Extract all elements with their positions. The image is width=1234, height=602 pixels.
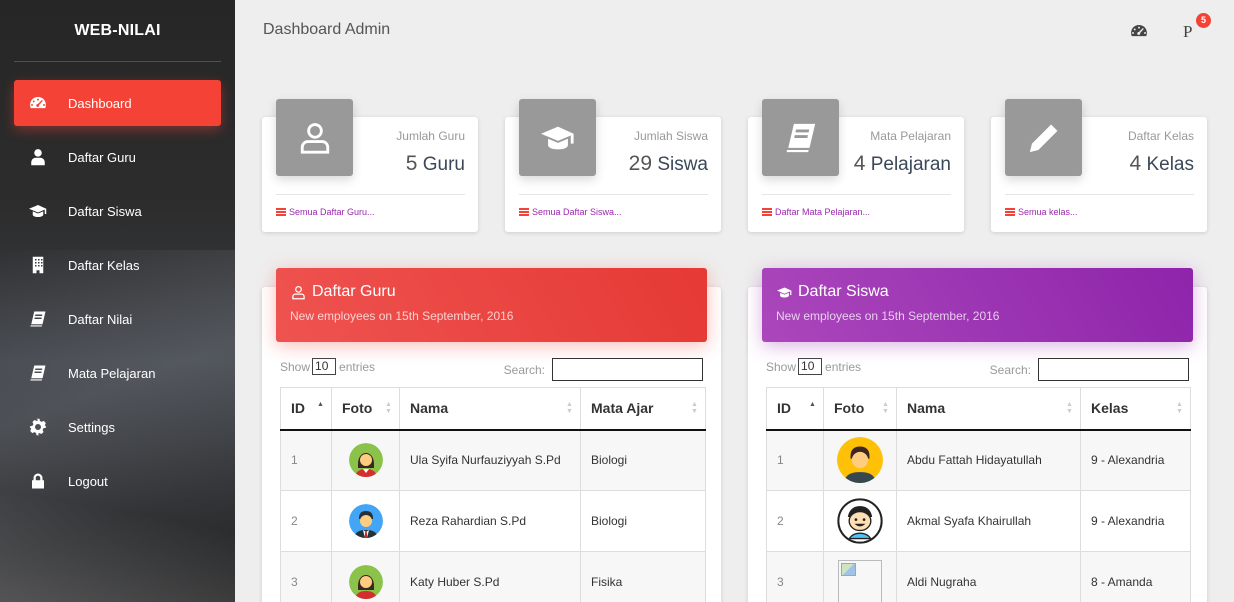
broken-image-icon (838, 560, 882, 602)
table-search: Search: (504, 358, 703, 381)
column-header-nama[interactable]: Nama ▲ ▼ (399, 387, 581, 431)
graduation-cap-icon (519, 99, 596, 176)
list-icon (519, 208, 529, 216)
sidebar-item-label: Dashboard (68, 95, 132, 111)
search-input[interactable] (1038, 358, 1189, 381)
lock-icon (26, 471, 50, 491)
avatar (823, 429, 897, 491)
sidebar-item-label: Daftar Guru (68, 149, 136, 165)
avatar (331, 490, 400, 552)
sidebar-item-settings[interactable]: Settings (14, 404, 221, 450)
book-icon (762, 99, 839, 176)
sidebar-item-daftar-siswa[interactable]: Daftar Siswa (14, 188, 221, 234)
sidebar-item-dashboard[interactable]: Dashboard (14, 80, 221, 126)
sidebar-item-label: Settings (68, 419, 115, 435)
stat-footer-link[interactable]: Semua kelas... (1005, 194, 1194, 217)
sidebar-item-logout[interactable]: Logout (14, 458, 221, 504)
column-header-id[interactable]: ID ▲ (280, 387, 332, 431)
card-header: Daftar Siswa New employees on 15th Septe… (762, 268, 1193, 342)
stat-footer-link[interactable]: Semua Daftar Siswa... (519, 194, 708, 217)
table-row[interactable]: 3 Katy Huber S.Pd Fisika (280, 551, 706, 602)
table-row[interactable]: 1 Ula Syifa Nurfauziyyah S.Pd Biologi (280, 429, 706, 491)
table-row[interactable]: 2 Akmal Syafa Khairullah 9 - Alexandria (766, 490, 1191, 552)
siswa-table-card: Daftar Siswa New employees on 15th Septe… (748, 268, 1207, 602)
stat-card-mata-pelajaran: Mata Pelajaran 4 Pelajaran Daftar Mata P… (748, 99, 964, 232)
sidebar-item-label: Logout (68, 473, 108, 489)
sidebar-item-daftar-guru[interactable]: Daftar Guru (14, 134, 221, 180)
stat-category: Jumlah Guru (396, 129, 465, 143)
table-row[interactable]: 2 Reza Rahardian S.Pd Biologi (280, 490, 706, 552)
stat-value: 29 Siswa (628, 152, 708, 175)
stat-card-guru: Jumlah Guru 5 Guru Semua Daftar Guru... (262, 99, 478, 232)
guru-table-card: Daftar Guru New employees on 15th Septem… (262, 268, 721, 602)
stat-card-kelas: Daftar Kelas 4 Kelas Semua kelas... (991, 99, 1207, 232)
graduation-cap-icon (777, 287, 792, 297)
dashboard-icon[interactable] (1130, 22, 1148, 40)
list-icon (1005, 208, 1015, 216)
sidebar-item-daftar-kelas[interactable]: Daftar Kelas (14, 242, 221, 288)
user-outline-icon (276, 99, 353, 176)
card-subtitle: New employees on 15th September, 2016 (290, 309, 514, 323)
stat-category: Jumlah Siswa (633, 129, 708, 143)
table-row[interactable]: 1 Abdu Fattah Hidayatullah 9 - Alexandri… (766, 429, 1191, 491)
user-icon (26, 147, 50, 167)
table-search: Search: (990, 358, 1189, 381)
column-header-nama[interactable]: Nama ▲ ▼ (896, 387, 1081, 431)
avatar (823, 490, 897, 552)
avatar (331, 551, 400, 602)
avatar (331, 429, 400, 491)
topbar: Dashboard Admin P 5 (235, 0, 1234, 62)
book-icon (26, 309, 50, 329)
stat-value: 5 Guru (405, 152, 465, 175)
stat-category: Mata Pelajaran (870, 129, 951, 143)
card-header: Daftar Guru New employees on 15th Septem… (276, 268, 707, 342)
guru-table: ID ▲ Foto ▲ ▼ Nama ▲ ▼ Mata Ajar ▲ ▼ 1 Ula Syif… (280, 387, 706, 602)
list-icon (762, 208, 772, 216)
page-title: Dashboard Admin (263, 21, 391, 38)
sidebar: WEB-NILAI Dashboard Daftar Guru Daftar S… (0, 0, 235, 602)
card-title: Daftar Guru (290, 283, 693, 301)
sidebar-item-label: Daftar Kelas (68, 257, 140, 273)
profile-button[interactable]: P (1183, 22, 1192, 42)
column-header-kelas[interactable]: Kelas ▲ ▼ (1080, 387, 1191, 431)
dashboard-icon (26, 93, 50, 113)
entries-select[interactable]: 10 (798, 358, 823, 375)
stat-category: Daftar Kelas (1127, 129, 1194, 143)
gear-icon (26, 417, 50, 437)
search-input[interactable] (552, 358, 703, 381)
column-header-mata-ajar[interactable]: Mata Ajar ▲ ▼ (580, 387, 706, 431)
notification-badge: 5 (1196, 13, 1211, 28)
table-controls: Show 10 entries Search: (280, 358, 703, 381)
entries-select[interactable]: 10 (312, 358, 337, 375)
book-icon (26, 363, 50, 383)
brand-logo[interactable]: WEB-NILAI (14, 0, 221, 62)
sidebar-nav: Dashboard Daftar Guru Daftar Siswa Dafta… (0, 80, 235, 504)
list-icon (276, 208, 286, 216)
card-title: Daftar Siswa (776, 283, 1179, 301)
sidebar-item-label: Daftar Siswa (68, 203, 142, 219)
table-controls: Show 10 entries Search: (766, 358, 1189, 381)
stat-card-siswa: Jumlah Siswa 29 Siswa Semua Daftar Siswa… (505, 99, 721, 232)
stat-footer-link[interactable]: Daftar Mata Pelajaran... (762, 194, 951, 217)
column-header-foto[interactable]: Foto ▲ ▼ (823, 387, 897, 431)
sidebar-item-label: Mata Pelajaran (68, 365, 156, 381)
siswa-table: ID ▲ Foto ▲ ▼ Nama ▲ ▼ Kelas ▲ ▼ 1 Abdu Fattah … (766, 387, 1191, 602)
stat-footer-link[interactable]: Semua Daftar Guru... (276, 194, 465, 217)
stat-value: 4 Pelajaran (853, 152, 951, 175)
table-row[interactable]: 3 Aldi Nugraha 8 - Amanda (766, 551, 1191, 602)
building-icon (26, 255, 50, 275)
column-header-id[interactable]: ID ▲ (766, 387, 824, 431)
graduation-cap-icon (26, 201, 50, 221)
stat-value: 4 Kelas (1129, 152, 1195, 175)
entries-length: Show 10 entries (280, 358, 376, 375)
column-header-foto[interactable]: Foto ▲ ▼ (331, 387, 400, 431)
entries-length: Show 10 entries (766, 358, 862, 375)
pencil-icon (1005, 99, 1082, 176)
card-subtitle: New employees on 15th September, 2016 (776, 309, 1000, 323)
sidebar-item-label: Daftar Nilai (68, 311, 133, 327)
broken-image (823, 551, 897, 602)
sidebar-item-daftar-nilai[interactable]: Daftar Nilai (14, 296, 221, 342)
sidebar-item-mata-pelajaran[interactable]: Mata Pelajaran (14, 350, 221, 396)
user-outline-icon (292, 285, 305, 299)
